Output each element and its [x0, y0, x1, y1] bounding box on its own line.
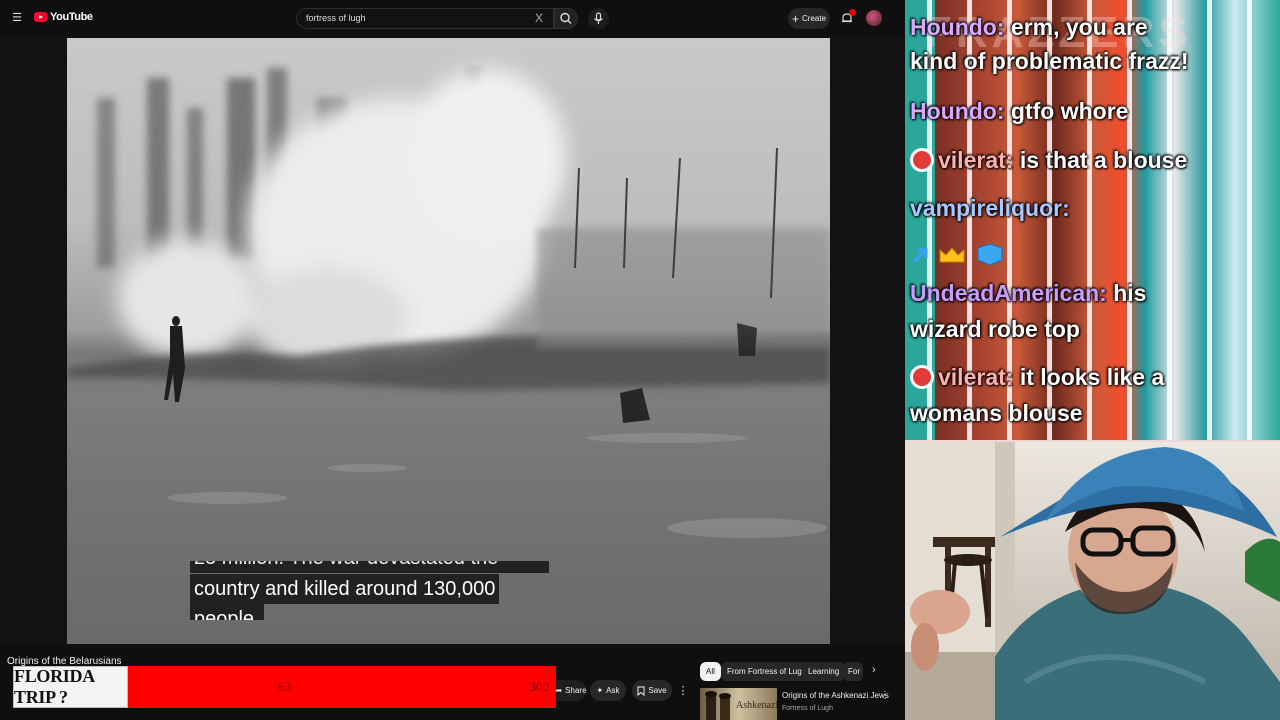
player-letterbox-right [830, 38, 905, 644]
video-frame-explosion-scene [67, 68, 830, 538]
search-button[interactable] [554, 8, 578, 29]
search-icon [560, 12, 572, 24]
captions: 25 million. The war devastated the count… [190, 561, 550, 620]
chat-text: erm, you are [1004, 14, 1148, 40]
goal-current-value: 63 [278, 679, 291, 694]
chat-text: gtfo whore [1004, 98, 1129, 124]
search-query: fortress of lugh [306, 13, 366, 23]
create-label: Create [802, 14, 827, 23]
youtube-logo-text: YouTube [50, 11, 93, 23]
emote-icons [912, 243, 1003, 266]
chat-message: Houndo: gtfo whore [910, 95, 1128, 128]
youtube-logo[interactable]: YouTube [34, 11, 93, 23]
youtube-play-icon [34, 12, 47, 22]
save-button[interactable]: Save [632, 680, 672, 701]
chat-username: vilerat: [938, 364, 1014, 390]
menu-icon[interactable]: ☰ [10, 11, 24, 25]
chip-all[interactable]: All [700, 662, 721, 681]
voice-search-button[interactable] [588, 8, 609, 29]
chat-username: Houndo: [910, 98, 1005, 124]
chat-username: UndeadAmerican: [910, 280, 1107, 306]
goal-label: FLORIDA TRIP ? [14, 666, 94, 707]
search-input[interactable]: fortress of lugh X [296, 8, 554, 29]
recommended-more-icon[interactable]: ⋮ [880, 690, 890, 701]
share-icon: ➦ [555, 686, 563, 695]
sub-badge-icon [910, 365, 934, 389]
chat-message: Houndo: erm, you are [910, 11, 1148, 44]
goal-target-value: 300 [529, 679, 550, 694]
masthead: ☰ YouTube fortress of lugh X + Create [0, 0, 905, 37]
share-label: Share [565, 686, 587, 695]
sparkle-icon: ✦ [596, 686, 604, 695]
recommended-thumbnail[interactable]: Ashkenazi [700, 688, 777, 720]
chat-message: vilerat: it looks like a [910, 361, 1164, 394]
chip-learning[interactable]: Learning [802, 662, 846, 681]
create-button[interactable]: + Create [788, 8, 830, 29]
ask-label: Ask [606, 686, 620, 695]
ask-button[interactable]: ✦ Ask [590, 680, 626, 701]
chip-from-channel[interactable]: From Fortress of Lugh [721, 662, 813, 681]
account-avatar[interactable] [866, 10, 882, 26]
chat-message: UndeadAmerican: his [910, 277, 1146, 310]
chip-for-you[interactable]: For [843, 662, 863, 681]
recommended-title[interactable]: Origins of the Ashkenazi Jews [782, 691, 889, 700]
goal-progress-track: 63 300 [128, 666, 556, 708]
bookmark-icon [637, 686, 645, 696]
caption-previous-line: 25 million. The war devastated the [190, 561, 549, 573]
chat-panel: FRAZZERS Houndo: erm, you are kind of pr… [905, 0, 1280, 440]
stream-overlay: FRAZZERS Houndo: erm, you are kind of pr… [905, 0, 1280, 720]
webcam-feed [905, 440, 1280, 720]
more-actions-button[interactable]: ⋮ [676, 680, 690, 701]
recommended-channel[interactable]: Fortress of Lugh [782, 705, 833, 712]
notification-badge [849, 9, 856, 16]
chat-text: is that a blouse [1013, 147, 1188, 173]
chat-text: his [1106, 280, 1147, 306]
donation-goal-bar: 63 300 FLORIDA TRIP ? [13, 666, 556, 708]
caption-line-2: people. [190, 604, 264, 620]
chat-username: vilerat: [938, 147, 1014, 173]
chevron-right-icon[interactable]: › [872, 664, 876, 676]
save-label: Save [648, 686, 667, 695]
sub-badge-icon [910, 148, 934, 172]
plus-icon: + [791, 11, 799, 26]
webcam-scene [905, 442, 1280, 720]
video-player[interactable]: 25 million. The war devastated the count… [67, 38, 830, 644]
chat-message: vampireliquor: [910, 192, 1070, 225]
thumbnail-figures [705, 691, 731, 720]
chat-message-continued: kind of problematic frazz! [910, 48, 1189, 74]
youtube-window: ☰ YouTube fortress of lugh X + Create co… [0, 0, 905, 720]
clear-search-icon[interactable]: X [535, 11, 543, 25]
screen: ☰ YouTube fortress of lugh X + Create co… [0, 0, 1280, 720]
share-button[interactable]: ➦ Share [555, 680, 587, 701]
microphone-icon [594, 12, 603, 24]
chat-username: vampireliquor: [910, 195, 1070, 221]
chat-message-continued: wizard robe top [910, 316, 1080, 342]
goal-label-box: FLORIDA TRIP ? [13, 666, 128, 708]
player-letterbox-left [0, 38, 67, 644]
chat-username: Houndo: [910, 14, 1005, 40]
chat-message-continued: womans blouse [910, 400, 1083, 426]
thumbnail-text: Ashkenazi [736, 700, 777, 711]
caption-line-1: country and killed around 130,000 [190, 574, 500, 604]
chat-message: vilerat: is that a blouse [910, 144, 1187, 177]
chat-emote-row [910, 240, 1010, 273]
chat-text: it looks like a [1013, 364, 1165, 390]
